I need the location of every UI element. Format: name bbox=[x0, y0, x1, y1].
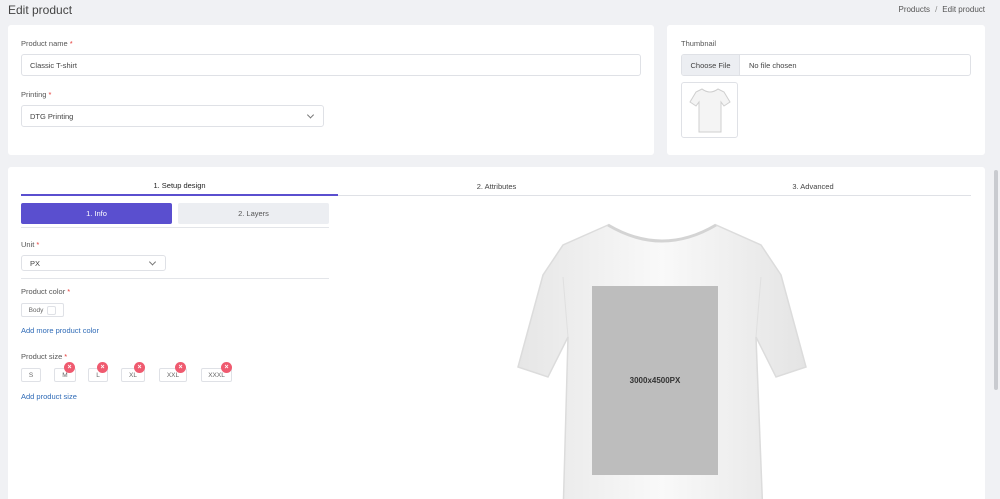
product-name-input[interactable]: Classic T-shirt bbox=[21, 54, 641, 76]
add-product-color-link[interactable]: Add more product color bbox=[21, 326, 99, 335]
page-title: Edit product bbox=[8, 3, 73, 17]
thumbnail-card: Thumbnail Choose File No file chosen bbox=[667, 25, 985, 155]
breadcrumb-edit-product: Edit product bbox=[942, 5, 985, 14]
thumbnail-file-input[interactable]: Choose File No file chosen bbox=[681, 54, 971, 76]
product-size-label: Product size * bbox=[21, 352, 68, 361]
unit-select[interactable]: PX bbox=[21, 255, 166, 271]
setup-subtabs: 1. Info 2. Layers bbox=[21, 203, 329, 224]
setup-tabs: 1. Setup design 2. Attributes 3. Advance… bbox=[21, 176, 971, 196]
tab-advanced[interactable]: 3. Advanced bbox=[655, 176, 971, 196]
product-color-label: Product color * bbox=[21, 287, 71, 296]
tshirt-thumbnail-icon bbox=[688, 88, 731, 133]
printing-select[interactable]: DTG Printing bbox=[21, 105, 324, 127]
page-header: Edit product Products / Edit product bbox=[0, 0, 1000, 22]
print-area-label: 3000x4500PX bbox=[629, 376, 681, 385]
printing-label: Printing * bbox=[21, 90, 52, 99]
chevron-down-icon bbox=[306, 111, 315, 119]
divider bbox=[21, 278, 329, 279]
thumbnail-label: Thumbnail bbox=[681, 39, 717, 48]
color-chip-label: Body bbox=[28, 306, 44, 314]
choose-file-button[interactable]: Choose File bbox=[682, 55, 740, 75]
tab-attributes[interactable]: 2. Attributes bbox=[338, 176, 655, 196]
product-name-label: Product name * bbox=[21, 39, 73, 48]
color-chip-body[interactable]: Body bbox=[21, 303, 64, 317]
add-product-size-link[interactable]: Add product size bbox=[21, 392, 77, 401]
remove-size-xl-icon[interactable]: × bbox=[134, 362, 145, 373]
remove-size-l-icon[interactable]: × bbox=[97, 362, 108, 373]
color-swatch bbox=[47, 305, 57, 315]
unit-select-value: PX bbox=[30, 258, 41, 268]
breadcrumb-separator: / bbox=[935, 5, 938, 14]
remove-size-xxl-icon[interactable]: × bbox=[175, 362, 186, 373]
size-chip-s[interactable]: S bbox=[21, 368, 41, 382]
chevron-down-icon bbox=[148, 258, 157, 266]
breadcrumb: Products / Edit product bbox=[898, 5, 985, 14]
tab-setup-design[interactable]: 1. Setup design bbox=[21, 176, 338, 196]
printing-select-value: DTG Printing bbox=[30, 111, 74, 121]
remove-size-xxxl-icon[interactable]: × bbox=[221, 362, 232, 373]
print-area[interactable]: 3000x4500PX bbox=[592, 286, 718, 475]
page-scrollbar[interactable] bbox=[994, 170, 998, 390]
divider bbox=[21, 227, 329, 228]
unit-label: Unit * bbox=[21, 240, 40, 249]
file-status-text: No file chosen bbox=[749, 60, 797, 70]
remove-size-m-icon[interactable]: × bbox=[64, 362, 75, 373]
design-setup-card: 1. Setup design 2. Attributes 3. Advance… bbox=[8, 167, 985, 499]
breadcrumb-products[interactable]: Products bbox=[898, 5, 930, 14]
product-info-card: Product name * Classic T-shirt Printing * … bbox=[8, 25, 654, 155]
subtab-info[interactable]: 1. Info bbox=[21, 203, 172, 224]
thumbnail-preview bbox=[681, 82, 738, 138]
subtab-layers[interactable]: 2. Layers bbox=[178, 203, 329, 224]
